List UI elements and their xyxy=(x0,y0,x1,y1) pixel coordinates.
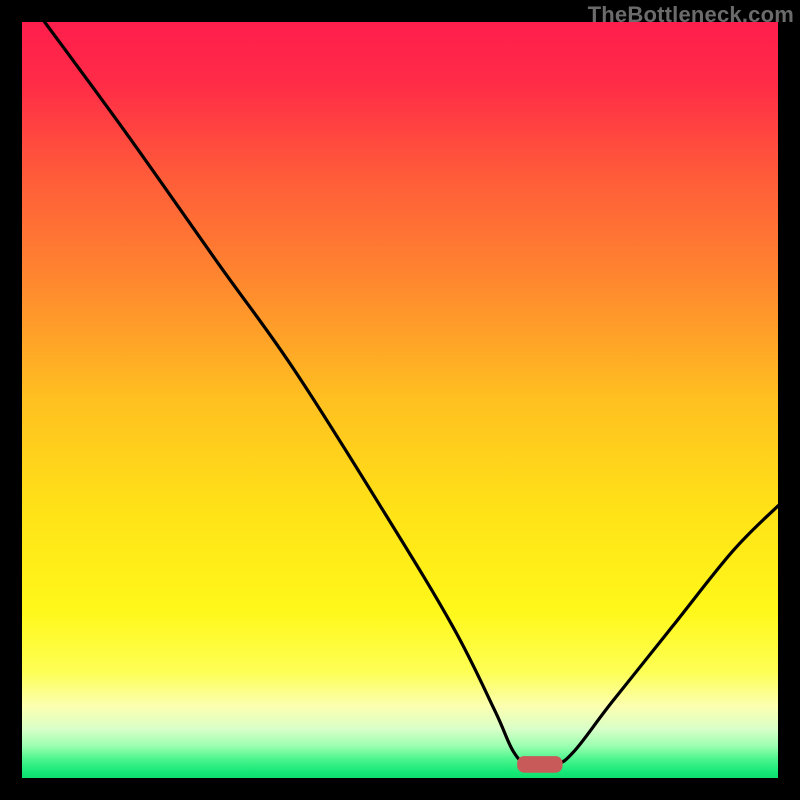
watermark-text: TheBottleneck.com xyxy=(588,2,794,28)
chart-svg xyxy=(22,22,778,778)
chart-background xyxy=(22,22,778,778)
chart-frame xyxy=(22,22,778,778)
optimal-marker xyxy=(517,756,562,773)
